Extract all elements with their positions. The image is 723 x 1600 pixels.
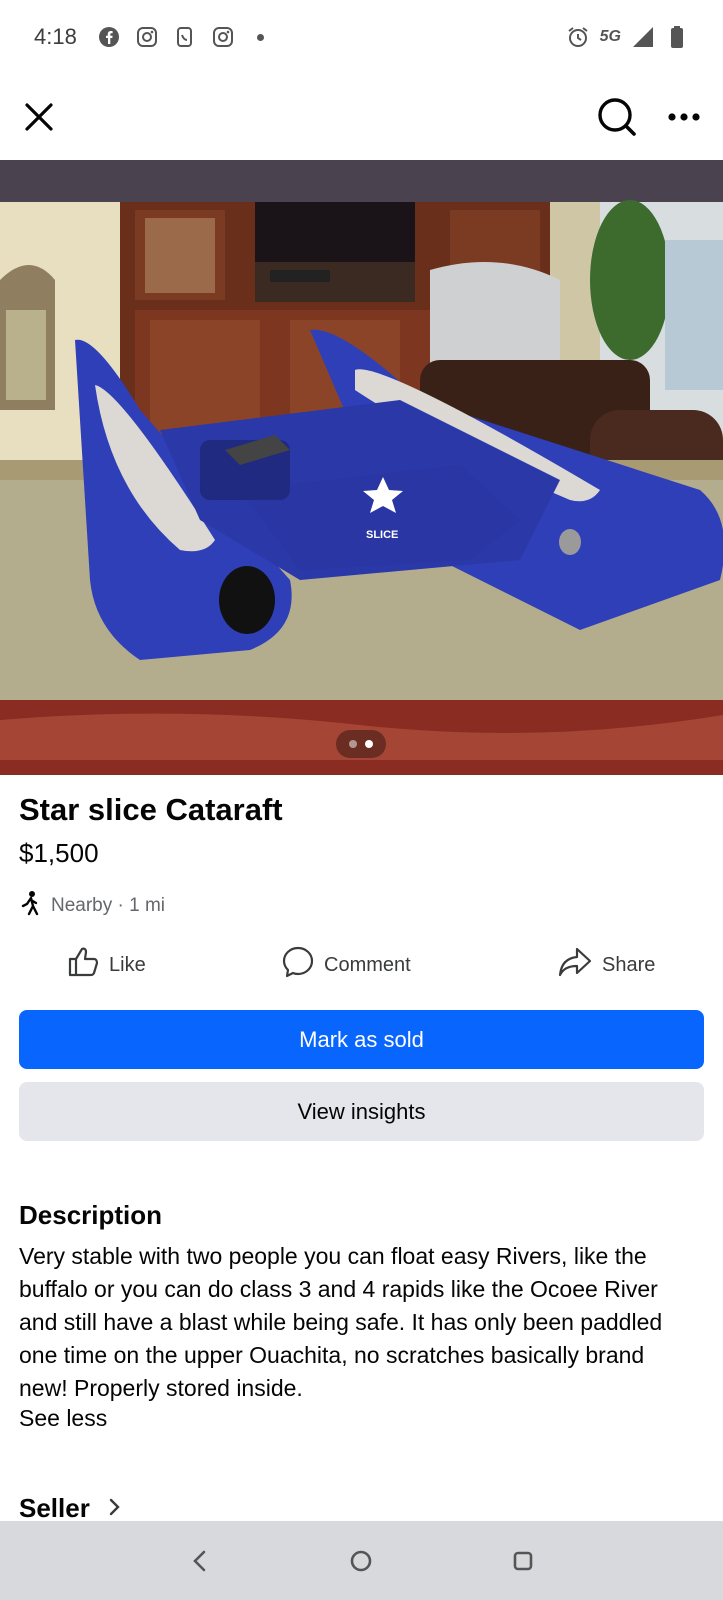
recents-icon[interactable] bbox=[512, 1550, 534, 1572]
photo-pager bbox=[336, 730, 386, 758]
battery-icon bbox=[665, 25, 689, 49]
phone-app-icon bbox=[173, 25, 197, 49]
location-text: Nearby · 1 mi bbox=[51, 895, 166, 916]
instagram-icon bbox=[211, 25, 235, 49]
description-body: Very stable with two people you can floa… bbox=[19, 1243, 663, 1401]
comment-label: Comment bbox=[324, 953, 411, 976]
status-left: 4:18 bbox=[34, 24, 273, 50]
listing-photo-illustration: SLICE bbox=[0, 160, 723, 775]
network-label: 5G bbox=[599, 28, 621, 45]
share-label: Share bbox=[602, 953, 656, 976]
listing-photo[interactable]: SLICE bbox=[0, 160, 723, 775]
top-bar bbox=[0, 74, 723, 160]
status-bar: 4:18 5G bbox=[0, 0, 723, 74]
system-nav-bar bbox=[0, 1521, 723, 1600]
share-button[interactable]: Share bbox=[557, 945, 655, 985]
like-button[interactable]: Like bbox=[66, 945, 146, 985]
description-heading: Description bbox=[19, 1200, 163, 1230]
status-right: 5G bbox=[566, 25, 689, 49]
signal-icon bbox=[631, 25, 655, 49]
facebook-icon bbox=[97, 25, 121, 49]
like-label: Like bbox=[109, 953, 146, 976]
seller-label: Seller bbox=[19, 1493, 90, 1523]
see-less-link[interactable]: See less bbox=[19, 1405, 107, 1432]
instagram-icon bbox=[135, 25, 159, 49]
seller-section-header[interactable]: Seller bbox=[19, 1493, 122, 1524]
back-icon[interactable] bbox=[190, 1549, 210, 1573]
dot-icon bbox=[249, 25, 273, 49]
raft-logo-text: SLICE bbox=[366, 529, 398, 541]
listing-title: Star slice Cataraft bbox=[19, 792, 283, 827]
top-bar-actions bbox=[597, 97, 701, 137]
listing-price: $1,500 bbox=[19, 838, 99, 868]
alarm-icon bbox=[566, 25, 590, 49]
more-icon[interactable] bbox=[667, 112, 701, 122]
view-insights-button[interactable]: View insights bbox=[19, 1082, 704, 1141]
actions-row: Like Comment Share bbox=[0, 945, 723, 987]
walking-person-icon bbox=[19, 890, 43, 922]
pager-dot-2[interactable] bbox=[365, 740, 373, 748]
chevron-right-icon bbox=[108, 1493, 122, 1524]
status-time: 4:18 bbox=[34, 24, 77, 49]
share-arrow-icon bbox=[557, 945, 593, 985]
home-icon[interactable] bbox=[349, 1549, 373, 1573]
thumbs-up-icon bbox=[66, 945, 100, 985]
comment-button[interactable]: Comment bbox=[281, 945, 411, 985]
listing-location: Nearby · 1 mi bbox=[19, 890, 165, 922]
pager-dot-1[interactable] bbox=[349, 740, 357, 748]
search-icon[interactable] bbox=[597, 97, 637, 137]
mark-as-sold-button[interactable]: Mark as sold bbox=[19, 1010, 704, 1069]
close-icon[interactable] bbox=[22, 100, 56, 134]
comment-bubble-icon bbox=[281, 945, 315, 985]
